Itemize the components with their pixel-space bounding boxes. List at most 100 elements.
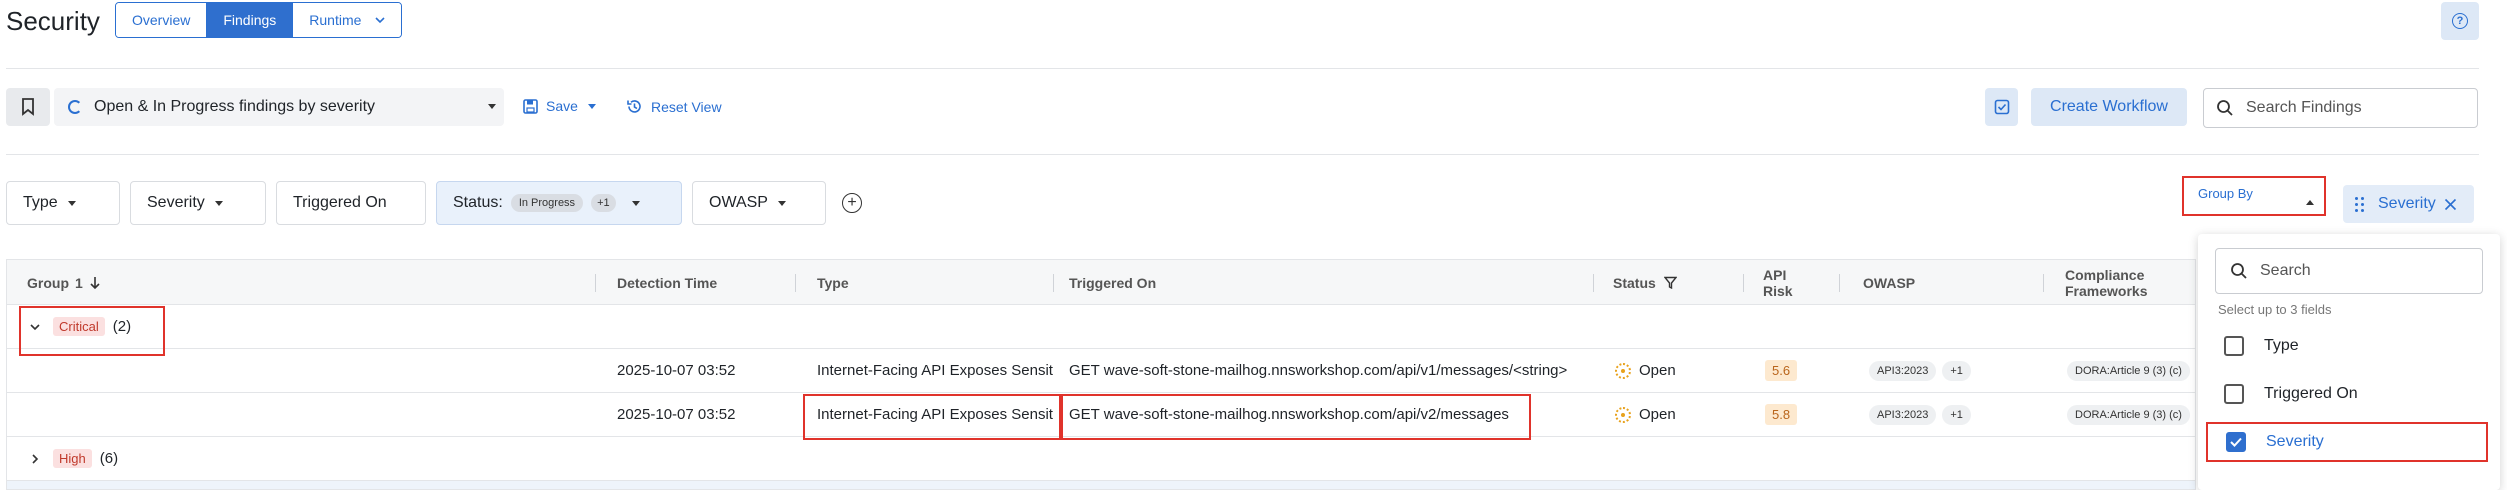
reset-view-button[interactable]: Reset View — [626, 98, 722, 115]
tab-runtime[interactable]: Runtime — [293, 3, 402, 37]
filter-severity[interactable]: Severity — [130, 181, 266, 225]
caret-down-icon — [67, 200, 76, 206]
divider — [6, 154, 2479, 155]
column-divider[interactable] — [795, 274, 796, 292]
findings-table: Group 1 Detection Time Type Triggered On… — [6, 259, 2196, 490]
status-pill: In Progress — [510, 194, 584, 212]
status-text: Open — [1639, 362, 1676, 379]
question-circle-icon: ? — [2452, 13, 2468, 29]
divider — [6, 68, 2479, 69]
option-severity[interactable]: Severity — [2206, 422, 2488, 462]
filter-status[interactable]: Status: In Progress +1 — [436, 181, 682, 225]
api-risk-cell: 5.6 — [1765, 349, 1798, 392]
group-count: (6) — [99, 450, 119, 467]
caret-down-icon — [488, 104, 496, 109]
table-row[interactable]: 2025-10-07 03:52 Internet-Facing API Exp… — [7, 349, 2195, 393]
column-divider[interactable] — [1593, 274, 1594, 292]
risk-badge: 5.8 — [1765, 404, 1798, 425]
dropdown-search-field[interactable] — [2215, 248, 2483, 294]
risk-badge: 5.6 — [1765, 360, 1798, 381]
create-workflow-button[interactable]: Create Workflow — [2031, 88, 2187, 126]
dropdown-search-input[interactable] — [2260, 262, 2480, 280]
filter-label: OWASP — [709, 194, 768, 211]
column-divider[interactable] — [1053, 274, 1054, 292]
save-label: Save — [546, 98, 578, 114]
history-icon — [627, 100, 641, 113]
saved-view-select[interactable]: Open & In Progress findings by severity — [54, 88, 504, 126]
column-divider[interactable] — [2043, 274, 2044, 292]
filter-type[interactable]: Type — [6, 181, 120, 225]
group-row-high[interactable]: High (6) — [7, 437, 2195, 481]
checkbox[interactable] — [2224, 336, 2244, 356]
column-api-risk[interactable]: API Risk — [1763, 260, 1793, 305]
group-by-select[interactable]: Group By — [2182, 176, 2326, 216]
column-divider[interactable] — [1839, 274, 1840, 292]
help-button[interactable]: ? — [2441, 2, 2479, 40]
api-risk-cell: 5.8 — [1765, 393, 1798, 436]
drag-handle-icon[interactable] — [2355, 196, 2364, 212]
column-status[interactable]: Status — [1613, 260, 1677, 305]
detection-time-cell: 2025-10-07 03:52 — [617, 406, 736, 423]
tab-overview[interactable]: Overview — [116, 3, 208, 37]
owasp-tag: API3:2023 — [1869, 404, 1937, 425]
column-owasp[interactable]: OWASP — [1863, 260, 1915, 305]
search-findings-input[interactable] — [2246, 99, 2466, 117]
column-type[interactable]: Type — [817, 260, 849, 305]
filter-icon[interactable] — [1663, 276, 1677, 289]
compliance-tag: DORA:Article 9 (3) (c) — [2067, 360, 2190, 381]
owasp-cell: API3:2023 +1 — [1869, 393, 1977, 436]
filter-owasp[interactable]: OWASP — [692, 181, 826, 225]
save-icon — [523, 98, 538, 114]
checkbox-checked[interactable] — [2226, 432, 2246, 452]
column-detection-time[interactable]: Detection Time — [617, 260, 717, 305]
save-button[interactable]: Save — [523, 98, 596, 114]
table-row-partial — [7, 481, 2195, 489]
triggered-on-cell[interactable]: GET wave-soft-stone-mailhog.nnsworkshop.… — [1069, 349, 1567, 392]
filter-label: Status: — [453, 194, 503, 211]
column-group[interactable]: Group 1 — [27, 260, 101, 305]
owasp-cell: API3:2023 +1 — [1869, 349, 1977, 392]
owasp-more-tag[interactable]: +1 — [1942, 360, 1971, 381]
caret-down-icon — [587, 103, 596, 109]
bulk-select-button[interactable] — [1985, 88, 2018, 126]
tab-findings[interactable]: Findings — [207, 3, 294, 37]
column-divider[interactable] — [1743, 274, 1744, 292]
tab-label: Runtime — [309, 12, 362, 28]
group-cell: High (6) — [29, 437, 118, 480]
type-cell: Internet-Facing API Exposes Sensit — [817, 362, 1053, 379]
column-divider[interactable] — [595, 274, 596, 292]
group-row-critical[interactable]: Critical (2) — [7, 305, 2195, 349]
filter-label: Severity — [147, 194, 205, 211]
arrow-down-icon — [90, 276, 100, 289]
dropdown-hint: Select up to 3 fields — [2218, 302, 2332, 317]
status-cell: Open — [1615, 349, 1676, 392]
column-triggered-on[interactable]: Triggered On — [1069, 260, 1156, 305]
group-chip-severity[interactable]: Severity — [2343, 185, 2474, 223]
column-compliance[interactable]: Compliance Frameworks — [2065, 260, 2147, 305]
status-cell: Open — [1615, 393, 1676, 436]
checkbox[interactable] — [2224, 384, 2244, 404]
tab-label: Findings — [223, 12, 277, 28]
add-filter-icon[interactable]: + — [842, 193, 862, 213]
bookmark-button[interactable] — [6, 88, 50, 126]
close-icon[interactable] — [2444, 198, 2457, 211]
compliance-cell: DORA:Article 9 (3) (c) — [2067, 349, 2195, 392]
option-type[interactable]: Type — [2206, 326, 2488, 366]
checkbox-icon — [1994, 99, 2009, 115]
option-triggered-on[interactable]: Triggered On — [2206, 374, 2488, 414]
caret-down-icon — [777, 200, 786, 206]
filter-label: Triggered On — [293, 194, 387, 211]
status-more-pill: +1 — [591, 194, 616, 212]
loading-spinner-icon — [68, 100, 82, 114]
view-tabs: Overview Findings Runtime — [115, 2, 403, 38]
status-text: Open — [1639, 406, 1676, 423]
chevron-down-icon — [375, 17, 385, 24]
owasp-more-tag[interactable]: +1 — [1942, 404, 1971, 425]
option-label: Severity — [2266, 433, 2324, 450]
column-label: Status — [1613, 274, 1656, 291]
search-findings-field[interactable] — [2203, 88, 2478, 128]
group-chip-label: Severity — [2378, 195, 2436, 212]
highlight-box — [19, 306, 165, 356]
filter-triggered-on[interactable]: Triggered On — [276, 181, 426, 225]
chevron-right-icon[interactable] — [29, 453, 41, 465]
